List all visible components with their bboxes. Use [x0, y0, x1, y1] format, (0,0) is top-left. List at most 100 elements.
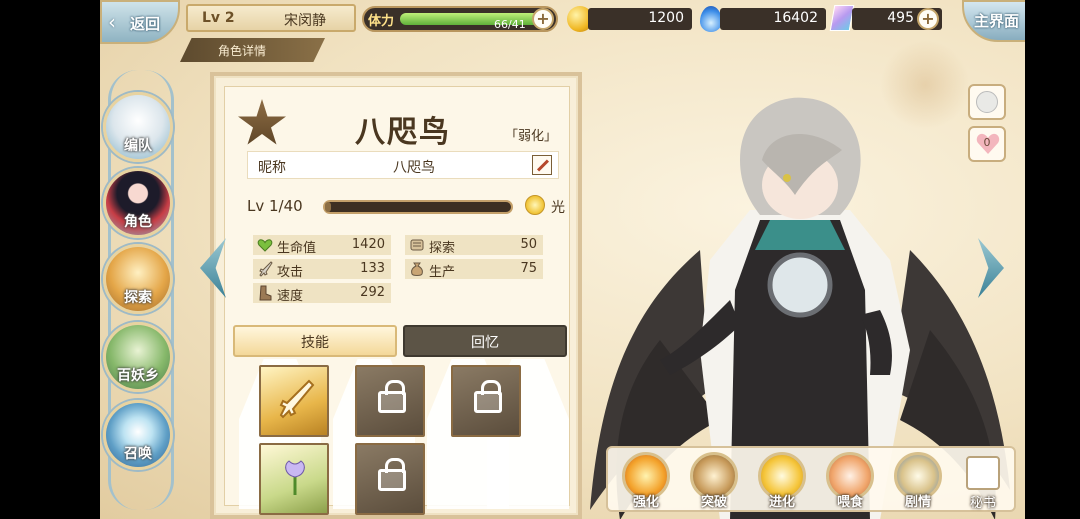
sidebar-item-label: 编队 — [124, 138, 152, 154]
scroll-icon — [410, 239, 424, 251]
evolve-button[interactable]: 进化 — [752, 452, 812, 512]
level-row: Lv 1/40 光 — [247, 195, 567, 219]
stat-value: 292 — [360, 285, 385, 300]
stat-label: 生产 — [429, 265, 456, 280]
affection-button[interactable]: 0 — [968, 126, 1006, 162]
element-label: 光 — [551, 200, 565, 216]
stat-produce: 生产 75 — [405, 259, 543, 280]
character-level: Lv 1/40 — [247, 197, 303, 215]
nickname-label: 昵称 — [258, 160, 286, 176]
crystal-add-button[interactable]: + — [917, 8, 939, 30]
stat-attack: 攻击 133 — [253, 259, 391, 280]
lock-icon — [378, 380, 406, 413]
stat-label: 速度 — [277, 289, 304, 304]
stat-label: 生命值 — [277, 241, 317, 256]
sidebar-item-team[interactable]: 编队 — [103, 92, 173, 162]
panel-inner: 八咫鸟 「弱化」 昵称 八咫鸟 Lv 1/40 光 生命值 1420 攻击 13… — [224, 86, 570, 515]
sidebar-item-summon[interactable]: 召唤 — [103, 400, 173, 470]
home-button[interactable]: 主界面 — [962, 0, 1025, 42]
breakthrough-label: 突破 — [700, 495, 727, 510]
sidebar-item-explore[interactable]: 探索 — [103, 244, 173, 314]
breakthrough-button[interactable]: 突破 — [684, 452, 744, 512]
lock-icon — [474, 380, 502, 413]
collar — [755, 220, 845, 250]
crystal-value: 495 — [887, 10, 914, 26]
sidebar-item-label: 探索 — [124, 290, 152, 306]
feed-button[interactable]: 喂食 — [820, 452, 880, 512]
tab-memory[interactable]: 回忆 — [403, 325, 567, 357]
home-label: 主界面 — [974, 12, 1020, 30]
pouch-icon — [411, 262, 423, 276]
character-detail-panel: 八咫鸟 「弱化」 昵称 八咫鸟 Lv 1/40 光 生命值 1420 攻击 13… — [210, 72, 582, 519]
sidebar-item-label: 召唤 — [124, 446, 152, 462]
skill-grid — [233, 359, 569, 515]
enhance-button[interactable]: 强化 — [616, 452, 676, 512]
tab-skill[interactable]: 技能 — [233, 325, 397, 357]
sword-skill-icon — [279, 379, 315, 419]
mirror-emblem — [767, 252, 833, 318]
back-arrow-icon: ‹ — [108, 10, 116, 34]
player-level: Lv 2 — [202, 10, 235, 26]
spirit-value: 16402 — [773, 10, 818, 26]
stamina-meter: 体力 66/41 — [362, 6, 558, 32]
lock-icon — [378, 458, 406, 491]
stat-hp: 生命值 1420 — [253, 235, 391, 256]
gold-value: 1200 — [648, 10, 684, 26]
sidebar-item-character[interactable]: 角色 — [103, 168, 173, 238]
secretary-label: 秘书 — [969, 496, 996, 511]
page-title-text: 角色详情 — [218, 44, 267, 58]
nickname-row: 昵称 八咫鸟 — [247, 151, 559, 179]
evolve-label: 进化 — [768, 495, 795, 510]
rarity-star-icon — [238, 99, 286, 145]
feed-label: 喂食 — [836, 495, 863, 510]
eye — [783, 174, 791, 182]
stat-label: 探索 — [429, 241, 456, 256]
player-name: 宋闵静 — [284, 13, 326, 29]
skill-slot-4[interactable] — [259, 443, 329, 515]
sidebar-item-label: 百妖乡 — [117, 368, 159, 384]
light-element-icon — [525, 195, 545, 215]
expression-button[interactable] — [968, 84, 1006, 120]
heart-icon — [257, 239, 273, 252]
sidebar-item-village[interactable]: 百妖乡 — [103, 322, 173, 392]
stamina-value: 66/41 — [494, 18, 526, 31]
stamina-add-button[interactable]: + — [532, 8, 554, 30]
stat-label: 攻击 — [277, 265, 304, 280]
flower-skill-icon — [285, 460, 305, 495]
back-label: 返回 — [130, 15, 161, 33]
sidebar-item-label: 角色 — [124, 214, 152, 230]
crystal-icon — [829, 5, 855, 31]
stat-value: 1420 — [351, 237, 385, 252]
story-label: 剧情 — [904, 495, 931, 510]
character-status: 「弱化」 — [505, 129, 558, 144]
stat-explore: 探索 50 — [405, 235, 543, 256]
enhance-label: 强化 — [632, 495, 659, 510]
stat-speed: 速度 292 — [253, 283, 391, 304]
action-bar: 强化 突破 进化 喂食 剧情 秘书 — [606, 446, 1016, 512]
story-button[interactable]: 剧情 — [888, 452, 948, 512]
level-progress-bar — [323, 200, 513, 214]
level-progress-fill — [325, 202, 331, 212]
face-icon — [976, 91, 998, 113]
player-level-box: Lv 2 宋闵静 — [186, 4, 356, 32]
stat-value: 50 — [520, 237, 537, 252]
edit-nickname-icon[interactable] — [532, 155, 552, 175]
stat-value: 75 — [520, 261, 537, 276]
gold-counter: 1200 — [588, 8, 692, 30]
affection-value: 0 — [983, 136, 991, 149]
back-button[interactable]: ‹ 返回 — [100, 0, 180, 44]
skill-slot-5-locked[interactable] — [355, 443, 425, 515]
character-name: 八咫鸟 — [355, 115, 451, 150]
boot-icon — [259, 285, 272, 301]
spirit-flame-icon — [700, 6, 722, 32]
spirit-counter: 16402 — [720, 8, 826, 30]
stamina-label: 体力 — [368, 14, 395, 29]
page-title: 角色详情 — [180, 38, 325, 62]
skill-slot-3-locked[interactable] — [451, 365, 521, 437]
nickname-value: 八咫鸟 — [393, 160, 435, 176]
secretary-button[interactable] — [966, 456, 1000, 490]
skill-slot-1[interactable] — [259, 365, 329, 437]
game-stage: ‹ 返回 Lv 2 宋闵静 角色详情 体力 66/41 + 1200 16402… — [100, 0, 1025, 519]
sword-icon — [259, 261, 273, 277]
skill-slot-2-locked[interactable] — [355, 365, 425, 437]
